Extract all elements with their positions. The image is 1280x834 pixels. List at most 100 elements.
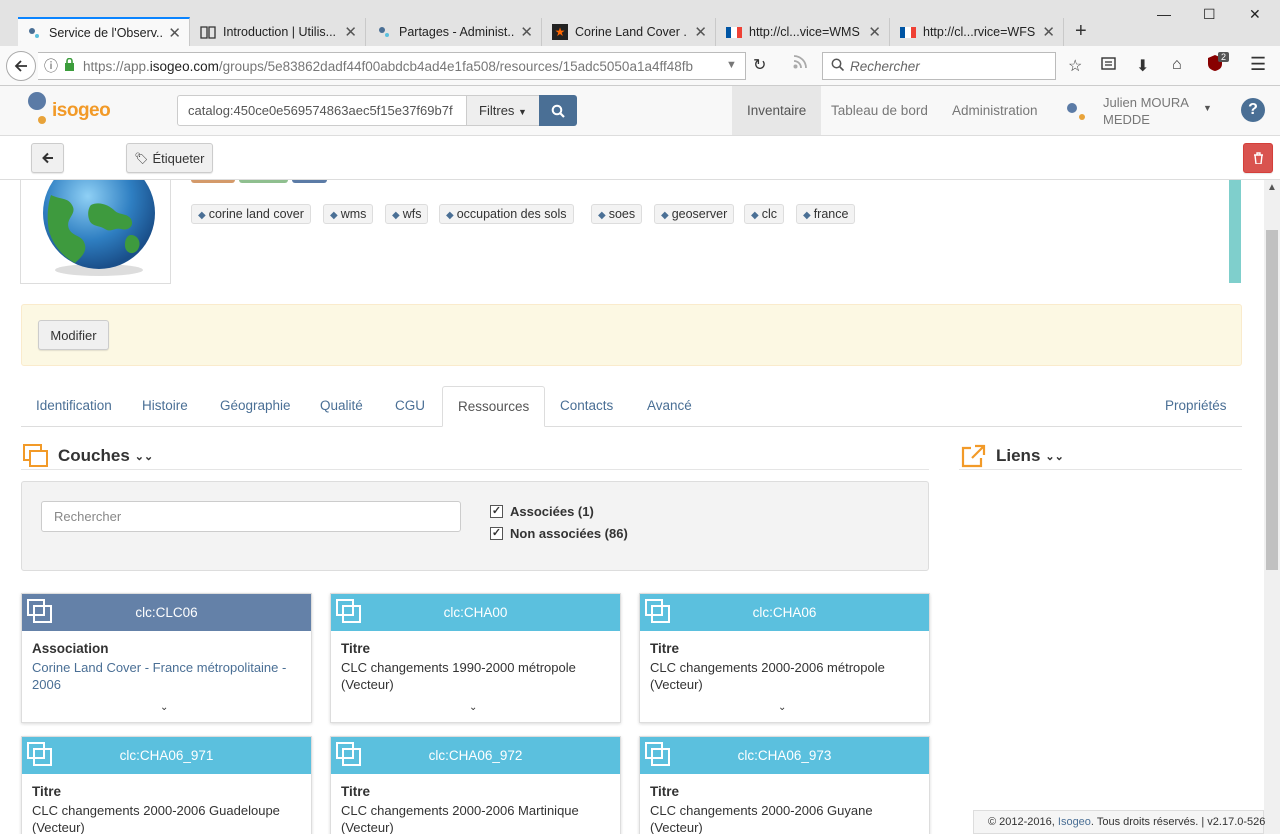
star-favicon-icon: ★: [552, 24, 568, 40]
layer-card[interactable]: clc:CHA06_971 Titre CLC changements 2000…: [21, 736, 312, 834]
help-icon[interactable]: ?: [1241, 98, 1265, 122]
external-link-icon: [961, 444, 986, 468]
tab-avance[interactable]: Avancé: [632, 386, 707, 427]
close-tab-icon[interactable]: ✕: [1042, 23, 1055, 41]
window-close-icon[interactable]: ✕: [1249, 6, 1261, 23]
browser-back-button[interactable]: [6, 51, 36, 81]
layer-association-link[interactable]: Corine Land Cover - France métropolitain…: [32, 659, 297, 693]
tab-ressources[interactable]: Ressources: [442, 386, 546, 427]
layers-icon: [336, 742, 361, 766]
filters-label: Filtres: [479, 103, 515, 118]
chevron-down-icon[interactable]: ⌄: [778, 702, 786, 713]
isogeo-logo[interactable]: isogeo: [28, 90, 118, 130]
layers-icon: [645, 742, 670, 766]
reading-list-icon[interactable]: [1101, 56, 1116, 76]
tab-title: http://cl...rvice=WFS: [923, 25, 1036, 39]
url-dropdown-icon[interactable]: ▼: [726, 59, 737, 71]
chevron-down-icon[interactable]: ⌄: [160, 702, 168, 713]
user-menu[interactable]: Julien MOURA MEDDE ▼: [1065, 93, 1225, 129]
keyword-tag[interactable]: ◆ geoserver: [654, 204, 735, 224]
layer-card-header: clc:CHA06_972: [331, 737, 620, 774]
trash-icon: [1253, 152, 1263, 164]
scroll-up-icon[interactable]: ▲: [1267, 182, 1277, 193]
tab-qualite[interactable]: Qualité: [305, 386, 378, 427]
layer-card[interactable]: clc:CHA00 Titre CLC changements 1990-200…: [330, 593, 621, 723]
links-section-header[interactable]: Liens ⌄⌄: [961, 444, 1064, 468]
layer-card[interactable]: clc:CHA06 Titre CLC changements 2000-200…: [639, 593, 930, 723]
edit-button[interactable]: Modifier: [38, 320, 109, 350]
browser-tab[interactable]: Service de l'Observ... ✕: [18, 17, 190, 46]
layer-field-label: Titre: [32, 784, 62, 799]
browser-tab[interactable]: http://cl...vice=WMS ✕: [718, 18, 890, 46]
app-header: isogeo catalog:450ce0e569574863aec5f15e3…: [0, 86, 1280, 136]
catalog-search-button[interactable]: [539, 95, 577, 126]
keyword-tag[interactable]: ◆ soes: [591, 204, 643, 224]
layer-card[interactable]: clc:CLC06 Association Corine Land Cover …: [21, 593, 312, 723]
tab-geographie[interactable]: Géographie: [205, 386, 306, 427]
nav-inventaire[interactable]: Inventaire: [732, 86, 822, 135]
nav-tableau-de-bord[interactable]: Tableau de bord: [816, 86, 943, 135]
checkmark-icon: ✓: [490, 505, 503, 518]
scrollbar-thumb[interactable]: [1266, 230, 1278, 570]
layers-icon: [27, 599, 52, 623]
maximize-icon[interactable]: ☐: [1203, 6, 1216, 23]
close-tab-icon[interactable]: ✕: [344, 23, 357, 41]
resource-thumbnail: [20, 180, 171, 284]
minimize-icon[interactable]: —: [1157, 6, 1171, 22]
address-bar[interactable]: ⓘ https://app. isogeo.com/groups/5e83862d…: [38, 52, 746, 80]
tag-icon: ◆: [598, 210, 606, 221]
keyword-tag[interactable]: ◆ wms: [323, 204, 374, 224]
browser-tab[interactable]: http://cl...rvice=WFS ✕: [892, 18, 1064, 46]
keyword-tag[interactable]: ◆ wfs: [385, 204, 429, 224]
nav-administration[interactable]: Administration: [937, 86, 1053, 135]
tag-icon: 🏷: [134, 152, 149, 165]
layers-search-input[interactable]: Rechercher: [41, 501, 461, 532]
layer-name: clc:CHA06_972: [428, 748, 523, 763]
menu-icon[interactable]: ☰: [1250, 54, 1266, 75]
tab-contacts[interactable]: Contacts: [545, 386, 628, 427]
home-icon[interactable]: ⌂: [1172, 56, 1182, 74]
keyword-tag[interactable]: ◆ clc: [744, 204, 784, 224]
new-tab-icon[interactable]: +: [1075, 20, 1087, 43]
browser-tab[interactable]: ★ Corine Land Cover ... ✕: [544, 18, 716, 46]
close-tab-icon[interactable]: ✕: [868, 23, 881, 41]
back-button[interactable]: [31, 143, 64, 173]
tab-histoire[interactable]: Histoire: [127, 386, 203, 427]
chevron-down-icon[interactable]: ⌄: [469, 702, 477, 713]
close-tab-icon[interactable]: ✕: [520, 23, 533, 41]
not-associated-checkbox[interactable]: ✓ Non associées (86): [490, 526, 628, 541]
tab-proprietes[interactable]: Propriétés: [1150, 386, 1242, 427]
layer-card-header: clc:CLC06: [22, 594, 311, 631]
download-icon[interactable]: ⬇: [1136, 56, 1149, 76]
bookmark-star-icon[interactable]: ☆: [1068, 56, 1082, 76]
tab-cgu[interactable]: CGU: [380, 386, 440, 427]
tab-identification[interactable]: Identification: [21, 386, 127, 427]
layer-field-label: Titre: [650, 784, 680, 799]
browser-search-box[interactable]: Rechercher: [822, 52, 1056, 80]
keyword-tag[interactable]: ◆ france: [796, 204, 856, 224]
info-icon[interactable]: ⓘ: [44, 56, 58, 76]
reload-icon[interactable]: ↻: [753, 55, 766, 75]
close-tab-icon[interactable]: ✕: [694, 23, 707, 41]
footer-isogeo-link[interactable]: Isogeo: [1058, 816, 1091, 828]
keyword-tag[interactable]: ◆ corine land cover: [191, 204, 311, 224]
layer-card-header: clc:CHA06_971: [22, 737, 311, 774]
layers-section-header[interactable]: Couches ⌄⌄: [23, 444, 153, 468]
tag-button[interactable]: 🏷 Étiqueter: [126, 143, 213, 173]
metadata-type-badge: [191, 180, 235, 183]
keyword-tag[interactable]: ◆ occupation des sols: [439, 204, 574, 224]
layer-card[interactable]: clc:CHA06_972 Titre CLC changements 2000…: [330, 736, 621, 834]
catalog-search-input[interactable]: catalog:450ce0e569574863aec5f15e37f69b7f: [177, 95, 467, 126]
delete-button[interactable]: [1243, 143, 1273, 173]
associated-checkbox[interactable]: ✓ Associées (1): [490, 504, 594, 519]
layer-card[interactable]: clc:CHA06_973 Titre CLC changements 2000…: [639, 736, 930, 834]
search-icon: [831, 58, 845, 74]
filters-dropdown[interactable]: Filtres ▼: [466, 95, 540, 126]
metadata-format-badge: [239, 180, 288, 183]
close-tab-icon[interactable]: ✕: [168, 24, 181, 42]
browser-tab[interactable]: Introduction | Utilis... ✕: [192, 18, 366, 46]
french-flag-icon: [900, 24, 916, 40]
page-scrollbar[interactable]: ▲: [1264, 180, 1280, 834]
rss-icon[interactable]: [793, 55, 807, 74]
browser-tab[interactable]: Partages - Administ... ✕: [368, 18, 542, 46]
